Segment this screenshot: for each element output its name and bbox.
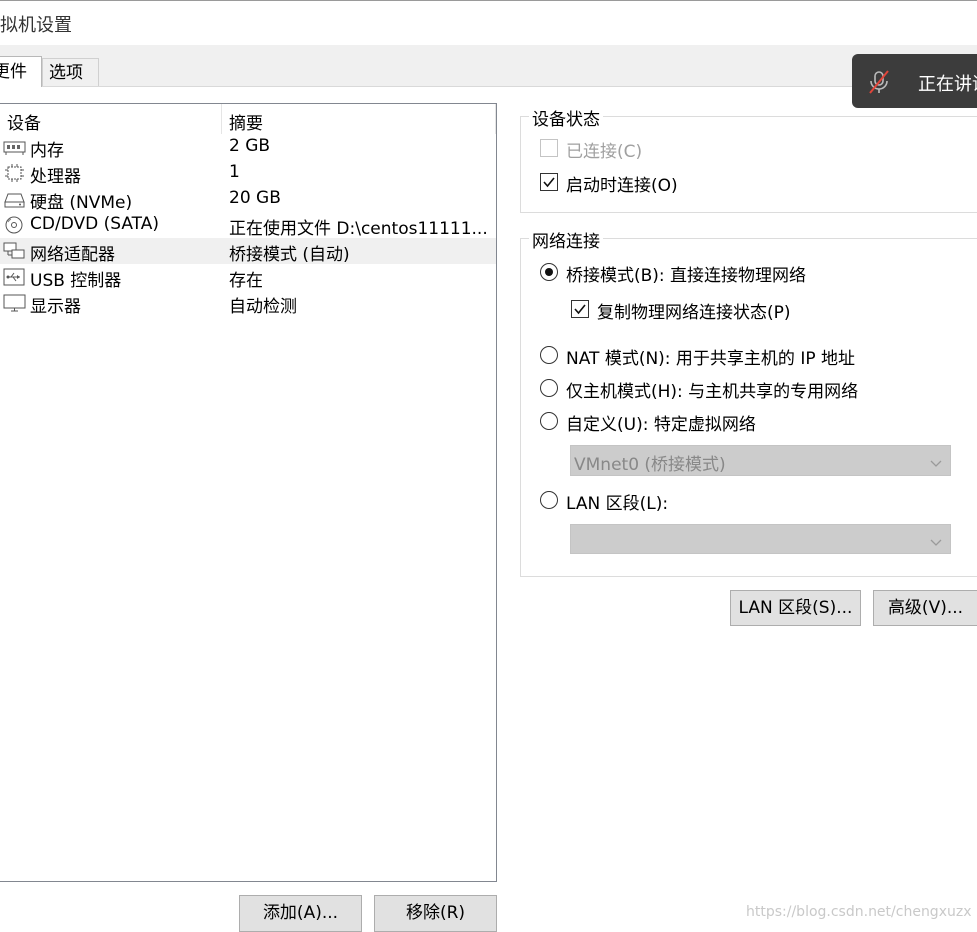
connect-at-power-on-checkbox[interactable] [540, 173, 558, 191]
muted-microphone-icon [866, 69, 892, 100]
bridged-label: 桥接模式(B): 直接连接物理网络 [566, 266, 807, 286]
device-row-cd-dvd[interactable]: CD/DVD (SATA) 正在使用文件 D:\centos11111... [0, 212, 496, 239]
device-name: 处理器 [30, 167, 81, 187]
cd-dvd-icon [3, 216, 27, 234]
chevron-down-icon [930, 533, 942, 553]
device-name: USB 控制器 [30, 271, 122, 291]
connected-checkbox[interactable] [540, 139, 558, 157]
column-separator[interactable] [495, 104, 496, 134]
device-name: 显示器 [30, 297, 81, 317]
network-connection-legend: 网络连接 [529, 227, 603, 252]
usb-icon [3, 268, 27, 286]
device-summary: 正在使用文件 D:\centos11111... [229, 219, 488, 239]
device-row-usb[interactable]: USB 控制器 存在 [0, 264, 496, 291]
speaking-text: 正在讲话 [918, 74, 977, 95]
column-header-device[interactable]: 设备 [7, 109, 41, 134]
device-name: 网络适配器 [30, 245, 115, 265]
device-summary: 20 GB [229, 188, 281, 208]
device-summary: 存在 [229, 271, 263, 291]
device-row-network-adapter[interactable]: 网络适配器 桥接模式 (自动) [0, 238, 496, 265]
nat-label: NAT 模式(N): 用于共享主机的 IP 地址 [566, 349, 855, 369]
device-summary: 1 [229, 162, 240, 182]
custom-network-value: VMnet0 (桥接模式) [574, 455, 726, 475]
remove-button[interactable]: 移除(R) [374, 895, 497, 932]
watermark: https://blog.csdn.net/chengxuzx [746, 904, 972, 920]
lan-segment-radio[interactable] [540, 491, 558, 509]
hard-disk-icon [3, 190, 27, 208]
tab-divider [0, 86, 977, 87]
lan-segment-select[interactable] [570, 524, 951, 554]
custom-network-select[interactable]: VMnet0 (桥接模式) [570, 445, 951, 476]
radio-dot [545, 268, 553, 276]
connect-at-power-on-label: 启动时连接(O) [566, 176, 678, 196]
lan-segments-button[interactable]: LAN 区段(S)... [730, 590, 861, 626]
chevron-down-icon [930, 454, 942, 474]
display-icon [3, 294, 27, 312]
column-header-summary[interactable]: 摘要 [229, 109, 263, 134]
host-only-radio[interactable] [540, 379, 558, 397]
device-row-memory[interactable]: 内存 2 GB [0, 134, 496, 161]
custom-radio[interactable] [540, 412, 558, 430]
device-name: 内存 [30, 141, 64, 161]
device-row-processor[interactable]: 处理器 1 [0, 160, 496, 187]
bridged-radio[interactable] [540, 263, 558, 281]
device-summary: 2 GB [229, 136, 271, 156]
lan-segment-label: LAN 区段(L): [566, 494, 669, 514]
replicate-state-checkbox[interactable] [571, 300, 589, 318]
connected-label: 已连接(C) [566, 142, 643, 162]
device-summary: 自动检测 [229, 297, 297, 317]
device-name: CD/DVD (SATA) [30, 214, 159, 234]
nat-radio[interactable] [540, 346, 558, 364]
device-list[interactable]: 设备 摘要 内存 2 GB 处理器 1 硬盘 (NVMe) 20 GB CD/D… [0, 103, 497, 882]
processor-icon [3, 164, 27, 182]
device-row-hard-disk[interactable]: 硬盘 (NVMe) 20 GB [0, 186, 496, 213]
device-status-group: 设备状态 [520, 105, 977, 213]
device-name: 硬盘 (NVMe) [30, 193, 133, 213]
tab-hardware[interactable]: 更件 [0, 56, 42, 87]
title-bar: 拟机设置 [0, 0, 977, 45]
device-summary: 桥接模式 (自动) [229, 245, 350, 265]
add-button[interactable]: 添加(A)... [239, 895, 362, 932]
advanced-button[interactable]: 高级(V)... [873, 590, 977, 626]
network-adapter-icon [3, 242, 27, 260]
checkmark-icon [574, 304, 586, 315]
replicate-state-label: 复制物理网络连接状态(P) [597, 303, 791, 323]
memory-icon [3, 138, 27, 156]
tab-options[interactable]: 选项 [42, 58, 99, 86]
device-row-display[interactable]: 显示器 自动检测 [0, 290, 496, 317]
window-title: 拟机设置 [0, 15, 72, 36]
custom-label: 自定义(U): 特定虚拟网络 [566, 415, 756, 435]
device-list-header: 设备 摘要 [0, 104, 496, 134]
speaking-notification: 正在讲话 [852, 54, 977, 108]
checkmark-icon [543, 177, 555, 188]
host-only-label: 仅主机模式(H): 与主机共享的专用网络 [566, 382, 859, 402]
device-status-legend: 设备状态 [529, 105, 603, 130]
column-separator[interactable] [221, 104, 222, 134]
